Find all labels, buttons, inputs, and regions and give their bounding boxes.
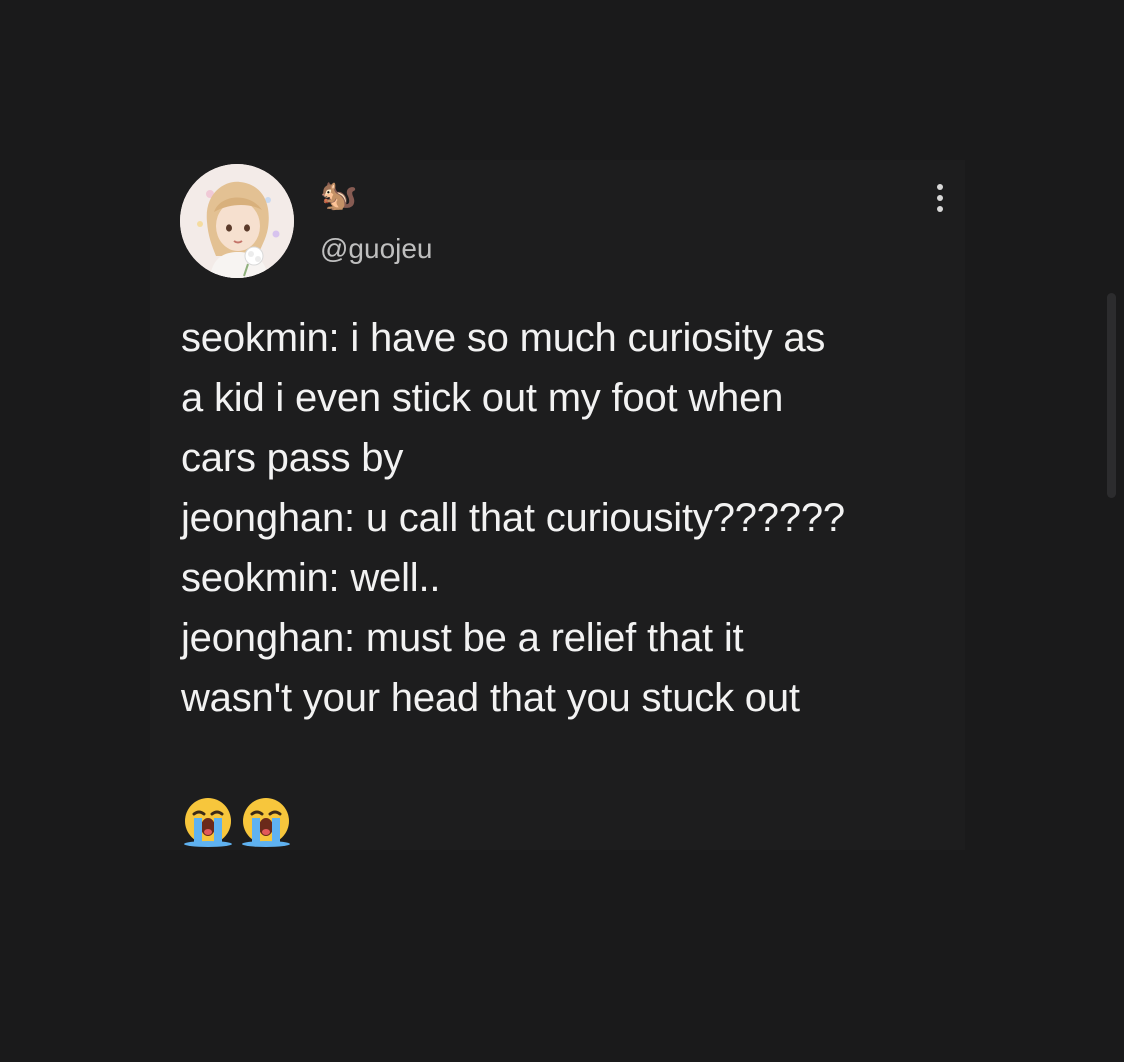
post-line: jeonghan: u call that curiousity?????? [181, 496, 845, 540]
more-vertical-icon [937, 184, 943, 190]
post-line: a kid i even stick out my foot when [181, 376, 784, 420]
post-line: cars pass by [181, 436, 404, 480]
post-line: jeonghan: must be a relief that it [181, 616, 744, 660]
scrollbar[interactable] [1107, 293, 1116, 498]
more-vertical-icon-dot [937, 206, 943, 212]
author-display-name[interactable]: 🐿️ [320, 178, 357, 214]
post-text: seokmin: i have so much curiosity as a k… [181, 308, 971, 728]
author-handle[interactable]: @guojeu [320, 232, 433, 266]
loudly-crying-face-icon [184, 798, 232, 847]
emoji-row [181, 794, 293, 848]
loudly-crying-face-icon [242, 798, 290, 847]
screen: 🐿️ @guojeu seokmin: i have so much curio… [0, 0, 1124, 1062]
post-line: seokmin: well.. [181, 556, 441, 600]
post-line: wasn't your head that you stuck out [181, 676, 800, 720]
more-options-button[interactable] [925, 180, 955, 216]
avatar[interactable] [180, 164, 294, 278]
more-vertical-icon-dot [937, 195, 943, 201]
avatar-image [180, 164, 294, 278]
post-line: seokmin: i have so much curiosity as [181, 316, 826, 360]
